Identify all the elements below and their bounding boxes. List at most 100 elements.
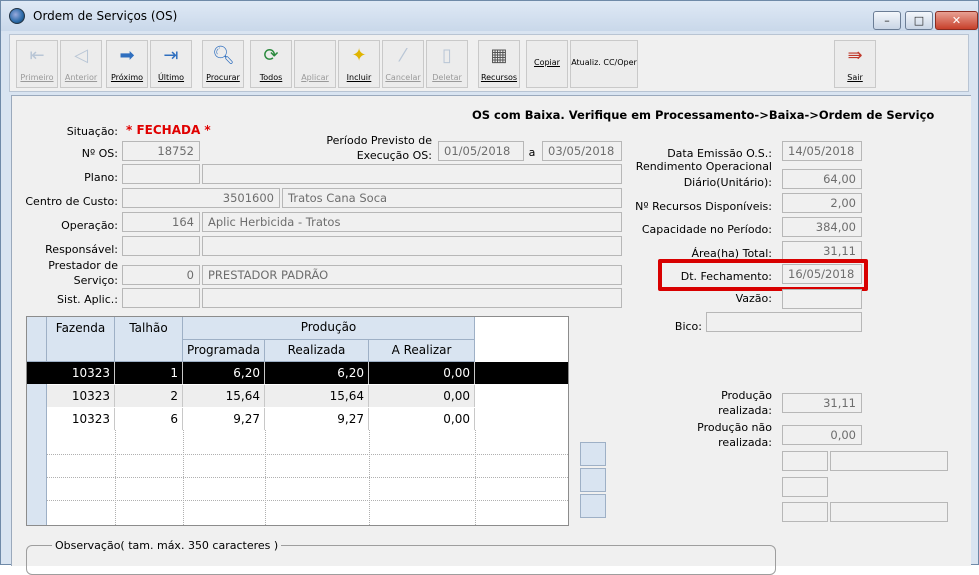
cell-a-realizar: 0,00 <box>369 362 475 384</box>
magnifier-icon: 🔍︎ <box>212 45 235 66</box>
status-banner: OS com Baixa. Verifique em Processamento… <box>472 108 935 122</box>
periodo-end-field[interactable]: 03/05/2018 <box>542 141 622 161</box>
grid-side-button-3[interactable] <box>580 494 606 518</box>
copy-button[interactable]: Copiar <box>526 40 568 88</box>
cell-realizada: 15,64 <box>265 385 369 407</box>
os-number-field[interactable]: 18752 <box>122 141 200 161</box>
plano-code-field[interactable] <box>122 164 200 184</box>
extra-field-2[interactable] <box>830 451 948 471</box>
vazao-label: Vazão: <box>735 292 772 305</box>
responsavel-name-field[interactable] <box>202 236 622 256</box>
bico-field[interactable] <box>706 312 862 332</box>
emissao-field[interactable]: 14/05/2018 <box>782 141 862 161</box>
prestador-label-2: Serviço: <box>73 274 118 287</box>
situacao-label: Situação: <box>66 125 118 138</box>
minimize-button[interactable]: – <box>873 11 901 30</box>
grid-side-button-1[interactable] <box>580 442 606 466</box>
search-button[interactable]: 🔍︎ Procurar <box>202 40 244 88</box>
previous-label: Anterior <box>64 73 98 82</box>
production-grid: Fazenda Talhão Produção Programada Reali… <box>26 316 569 526</box>
grid-line <box>115 430 116 525</box>
last-button[interactable]: ⇥ Último <box>150 40 192 88</box>
apply-icon <box>304 45 326 67</box>
next-button[interactable]: ➡ Próximo <box>106 40 148 88</box>
grid-side-button-2[interactable] <box>580 468 606 492</box>
close-icon: ✕ <box>951 14 962 27</box>
operacao-name-field[interactable]: Aplic Herbicida - Tratos <box>202 212 622 232</box>
main-window: Ordem de Serviços (OS) – □ ✕ ⇤ Primeiro ◁… <box>0 0 979 575</box>
cancel-label: Cancelar <box>385 73 421 82</box>
sist-aplic-code-field[interactable] <box>122 288 200 308</box>
operacao-code-field[interactable]: 164 <box>122 212 200 232</box>
prestador-code-field[interactable]: 0 <box>122 265 200 285</box>
prod-realizada-label-1: Produção <box>721 389 772 402</box>
prod-nao-realizada-field[interactable]: 0,00 <box>782 425 862 445</box>
extra-field-4[interactable] <box>782 502 828 522</box>
cancel-icon: ⁄ <box>401 45 405 66</box>
cell-realizada: 6,20 <box>265 362 369 384</box>
apply-label: Aplicar <box>301 73 329 82</box>
extra-field-1[interactable] <box>782 451 828 471</box>
cell-fazenda: 10323 <box>47 385 115 407</box>
first-button[interactable]: ⇤ Primeiro <box>16 40 58 88</box>
prestador-name-field[interactable]: PRESTADOR PADRÃO <box>202 265 622 285</box>
exit-button[interactable]: ⇛ Sair <box>834 40 876 88</box>
emissao-label: Data Emissão O.S.: <box>667 147 772 160</box>
grid-icon: ▦ <box>490 45 508 66</box>
centro-custo-code-field[interactable]: 3501600 <box>122 188 280 208</box>
update-cc-button[interactable]: Atualiz. CC/Oper <box>570 40 638 88</box>
highlight-box <box>658 259 868 291</box>
header-realizada[interactable]: Realizada <box>265 340 369 362</box>
sist-aplic-name-field[interactable] <box>202 288 622 308</box>
close-button[interactable]: ✕ <box>935 11 978 30</box>
operacao-label: Operação: <box>61 219 118 232</box>
include-button[interactable]: ✦ Incluir <box>338 40 380 88</box>
maximize-icon: □ <box>913 14 925 27</box>
recursos-field[interactable]: 2,00 <box>782 193 862 213</box>
all-button[interactable]: ⟳ Todos <box>250 40 292 88</box>
first-icon: ⇤ <box>29 45 45 66</box>
plano-name-field[interactable] <box>202 164 622 184</box>
centro-custo-name-field[interactable]: Tratos Cana Soca <box>282 188 622 208</box>
previous-button[interactable]: ◁ Anterior <box>60 40 102 88</box>
cancel-button[interactable]: ⁄ Cancelar <box>382 40 424 88</box>
resources-button[interactable]: ▦ Recursos <box>478 40 520 88</box>
grid-line <box>27 454 568 455</box>
capacidade-field[interactable]: 384,00 <box>782 217 862 237</box>
os-number-label: Nº OS: <box>81 147 118 160</box>
vazao-field[interactable] <box>782 289 862 309</box>
cell-fazenda: 10323 <box>47 408 115 430</box>
header-programada[interactable]: Programada <box>183 340 265 362</box>
rendimento-field[interactable]: 64,00 <box>782 169 862 189</box>
area-field[interactable]: 31,11 <box>782 241 862 261</box>
cell-talhao: 6 <box>115 408 183 430</box>
header-fazenda[interactable]: Fazenda <box>47 317 115 362</box>
next-arrow-icon: ➡ <box>119 45 135 66</box>
last-icon: ⇥ <box>163 45 179 66</box>
header-a-realizar[interactable]: A Realizar <box>369 340 475 362</box>
situacao-value: * FECHADA * <box>126 123 211 137</box>
prod-realizada-field[interactable]: 31,11 <box>782 393 862 413</box>
periodo-start-field[interactable]: 01/05/2018 <box>438 141 524 161</box>
delete-label: Deletar <box>432 73 462 82</box>
apply-button[interactable]: Aplicar <box>294 40 336 88</box>
header-talhao[interactable]: Talhão <box>115 317 183 362</box>
periodo-separator: a <box>528 146 536 159</box>
cell-talhao: 1 <box>115 362 183 384</box>
cell-programada: 9,27 <box>183 408 265 430</box>
observacao-label: Observação( tam. máx. 350 caracteres ) <box>52 539 282 552</box>
previous-icon: ◁ <box>74 45 88 66</box>
toolbar: ⇤ Primeiro ◁ Anterior ➡ Próximo ⇥ Último 🔍︎ P… <box>9 34 969 92</box>
rendimento-label-1: Rendimento Operacional <box>635 160 772 173</box>
responsavel-code-field[interactable] <box>122 236 200 256</box>
window-title: Ordem de Serviços (OS) <box>33 9 178 23</box>
periodo-label-2: Execução OS: <box>356 149 432 162</box>
maximize-button[interactable]: □ <box>905 11 933 30</box>
cell-realizada: 9,27 <box>265 408 369 430</box>
extra-field-3[interactable] <box>782 477 828 497</box>
delete-button[interactable]: ▯ Deletar <box>426 40 468 88</box>
form-area: OS com Baixa. Verifique em Processamento… <box>11 95 971 575</box>
extra-field-5[interactable] <box>830 502 948 522</box>
plano-label: Plano: <box>84 171 118 184</box>
copy-label: Copiar <box>534 58 560 67</box>
